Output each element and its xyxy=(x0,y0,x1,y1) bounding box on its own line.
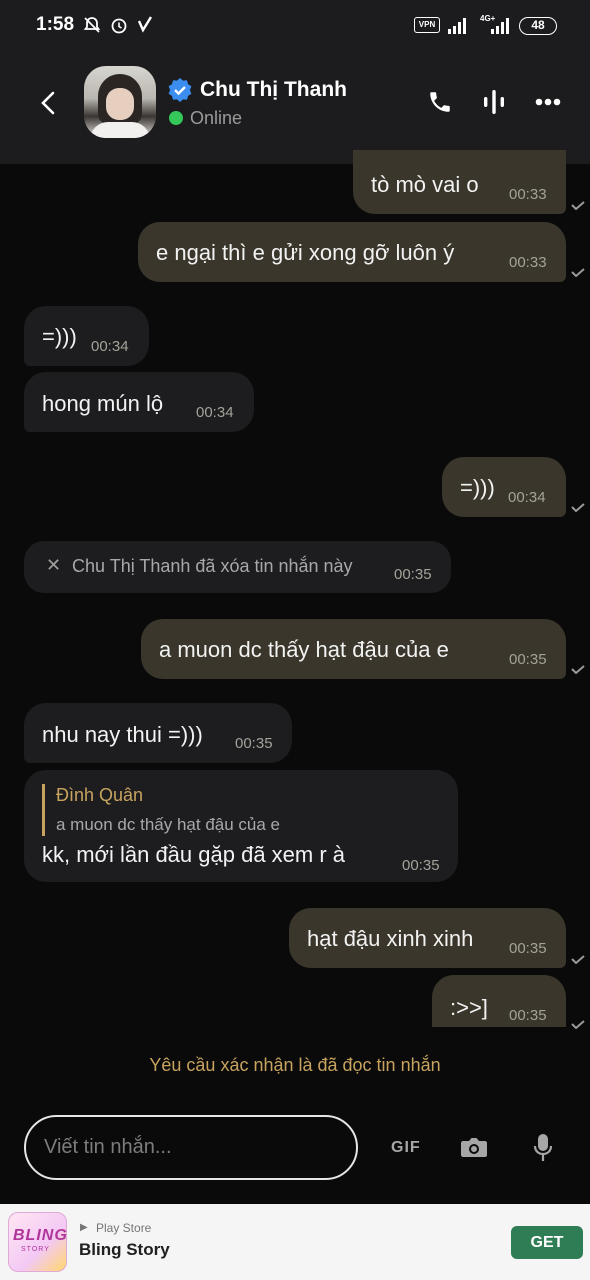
message-time: 00:34 xyxy=(196,404,234,421)
quoted-author: Đình Quân xyxy=(56,785,144,805)
reply-message[interactable]: Đình Quân a muon dc thấy hạt đậu của e k… xyxy=(24,770,458,882)
close-icon: ✕ xyxy=(46,555,62,575)
message-time: 00:34 xyxy=(91,338,129,355)
message-incoming[interactable]: nhu nay thui =))) 00:35 xyxy=(24,703,292,763)
message-time: 00:35 xyxy=(509,940,547,957)
gif-button[interactable]: GIF xyxy=(391,1139,421,1157)
phone-icon[interactable] xyxy=(427,89,453,115)
message-outgoing[interactable]: tò mò vai o 00:33 xyxy=(353,150,566,214)
message-outgoing[interactable]: hạt đậu xinh xinh 00:35 xyxy=(289,908,566,968)
read-check-icon xyxy=(571,201,585,210)
message-time: 00:35 xyxy=(394,566,432,583)
ad-app-logo: BLING STORY xyxy=(8,1212,67,1272)
message-incoming[interactable]: =))) 00:34 xyxy=(24,306,149,366)
back-arrow-icon[interactable] xyxy=(38,90,58,116)
message-time: 00:33 xyxy=(509,254,547,271)
camera-icon[interactable] xyxy=(460,1135,488,1159)
message-outgoing[interactable]: e ngại thì e gửi xong gỡ luôn ý 00:33 xyxy=(138,222,566,282)
message-input-placeholder: Viết tin nhắn... xyxy=(44,1136,172,1158)
online-status: Online xyxy=(190,108,243,128)
ad-logo-text: BLING xyxy=(13,1227,68,1244)
chat-header: Chu Thị Thanh Online xyxy=(0,52,590,164)
ad-get-button[interactable]: GET xyxy=(511,1226,583,1259)
signal-4g-icon xyxy=(491,18,509,34)
message-time: 00:35 xyxy=(509,651,547,668)
read-check-icon xyxy=(571,268,585,277)
message-text: hạt đậu xinh xinh xyxy=(307,926,474,951)
message-outgoing[interactable]: a muon dc thấy hạt đậu của e 00:35 xyxy=(141,619,566,679)
message-text: a muon dc thấy hạt đậu của e xyxy=(159,637,449,662)
online-status-dot xyxy=(169,111,183,125)
message-input[interactable]: Viết tin nhắn... xyxy=(24,1115,358,1180)
message-time: 00:35 xyxy=(509,1007,547,1024)
alarm-icon xyxy=(111,18,127,34)
contact-name[interactable]: Chu Thị Thanh xyxy=(200,78,347,102)
message-text: nhu nay thui =))) xyxy=(42,722,203,747)
message-time: 00:34 xyxy=(508,489,546,506)
status-time: 1:58 xyxy=(36,14,75,35)
message-time: 00:35 xyxy=(402,857,440,874)
ad-store-label: Play Store xyxy=(96,1221,152,1235)
verified-badge-icon xyxy=(168,78,192,102)
more-icon[interactable] xyxy=(535,98,561,106)
read-check-icon xyxy=(571,955,585,964)
battery-indicator: 48 xyxy=(519,17,557,35)
microphone-icon[interactable] xyxy=(533,1133,553,1163)
message-text: =))) xyxy=(460,475,495,500)
ad-logo-subtext: STORY xyxy=(21,1246,50,1253)
play-store-icon: ▶ xyxy=(80,1222,88,1233)
mute-bell-icon xyxy=(83,17,101,33)
message-text: kk, mới lần đầu gặp đã xem r à xyxy=(42,842,346,867)
message-time: 00:33 xyxy=(509,186,547,203)
status-bar: 1:58 VPN 4G+ 48 xyxy=(0,0,590,52)
message-outgoing[interactable]: :>>] 00:35 xyxy=(432,975,566,1027)
read-check-icon xyxy=(571,503,585,512)
vpn-badge: VPN xyxy=(414,17,440,33)
vpn-check-icon xyxy=(137,16,153,33)
ad-banner[interactable]: BLING STORY ▶ Play Store Bling Story GET xyxy=(0,1204,590,1280)
reply-quote-bar xyxy=(42,784,45,836)
message-text: =))) xyxy=(42,324,77,349)
message-text: :>>] xyxy=(450,995,488,1020)
voice-icon[interactable] xyxy=(483,88,505,116)
message-text: e ngại thì e gửi xong gỡ luôn ý xyxy=(156,240,455,265)
message-time: 00:35 xyxy=(235,735,273,752)
message-outgoing[interactable]: =))) 00:34 xyxy=(442,457,566,517)
avatar[interactable] xyxy=(84,66,156,138)
deleted-message-note: ✕ Chu Thị Thanh đã xóa tin nhắn này 00:3… xyxy=(24,541,451,593)
read-check-icon xyxy=(571,665,585,674)
read-check-icon xyxy=(571,1020,585,1029)
message-text: tò mò vai o xyxy=(371,172,479,197)
message-incoming[interactable]: hong mún lộ 00:34 xyxy=(24,372,254,432)
deleted-message-text: Chu Thị Thanh đã xóa tin nhắn này xyxy=(72,556,353,576)
signal-icon xyxy=(448,18,466,34)
read-receipt-request[interactable]: Yêu cầu xác nhận là đã đọc tin nhắn xyxy=(0,1055,590,1076)
message-text: hong mún lộ xyxy=(42,391,164,416)
ad-title: Bling Story xyxy=(79,1240,170,1259)
quoted-text: a muon dc thấy hạt đậu của e xyxy=(56,815,280,834)
